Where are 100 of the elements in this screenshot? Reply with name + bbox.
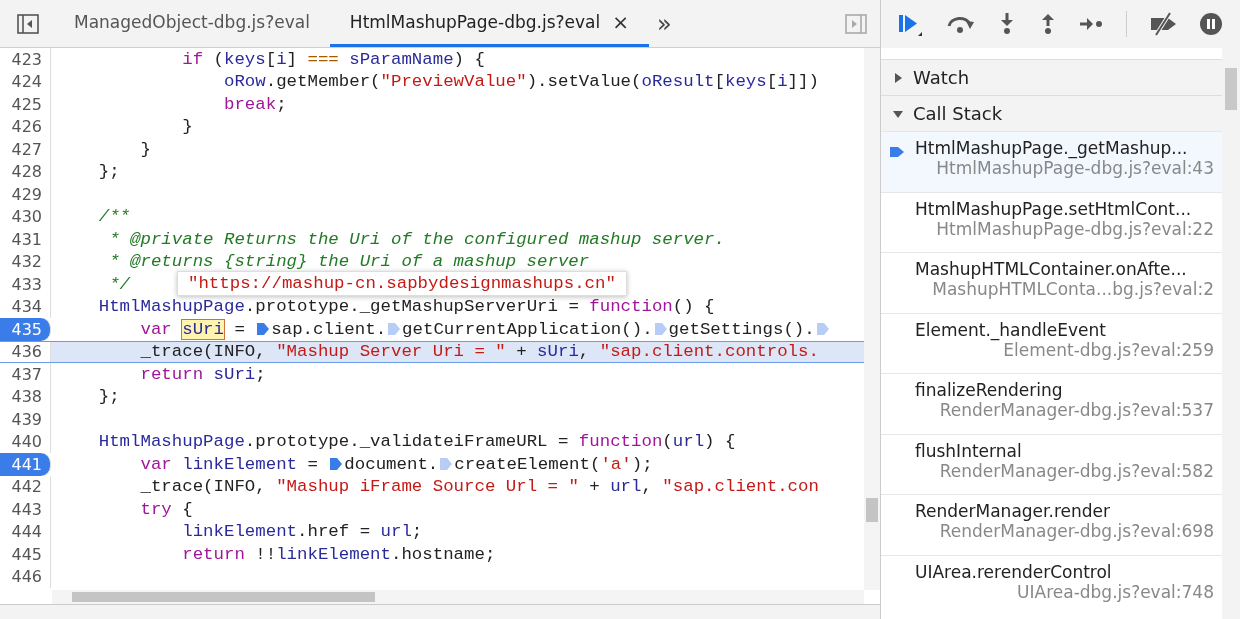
code-token: var (139, 454, 172, 474)
vertical-scrollbar[interactable] (864, 48, 880, 590)
code-token: .getMember( (265, 72, 381, 92)
code-token: { (181, 499, 193, 519)
code-token: + (588, 477, 601, 497)
resume-icon[interactable] (897, 12, 925, 36)
code-token: ); (631, 454, 653, 474)
frame-name: flushInternal (915, 440, 1023, 461)
frame-location: UIArea-dbg.js?eval:748 (1016, 581, 1214, 602)
code-token: ) { (453, 49, 485, 69)
code-token: oResult (641, 72, 715, 92)
line-number[interactable]: 436 (0, 341, 51, 362)
code-token: + (515, 342, 528, 362)
code-token: } (181, 117, 193, 137)
frame-name: UIArea.rerenderControl (915, 561, 1113, 582)
code-token: }; (97, 387, 120, 407)
code-token: ) { (704, 432, 736, 452)
code-token: break (222, 94, 277, 114)
section-header[interactable]: Watch (881, 59, 1222, 95)
code-token: = (306, 454, 319, 474)
code-token: .href = (297, 522, 372, 542)
code-token: = (233, 319, 246, 339)
frame-name: HtmlMashupPage._getMashup... (915, 138, 1189, 158)
code-token: "Mashup iFrame Source Url = " (276, 477, 579, 497)
frame-location: Element-dbg.js?eval:259 (1003, 339, 1214, 360)
line-number[interactable]: 441 (0, 453, 51, 476)
code-token: _trace(INFO, (139, 477, 267, 497)
code-token: sUri (537, 342, 579, 362)
code-token: [ (714, 72, 725, 92)
frame-name: HtmlMashupPage.setHtmlCont... (915, 198, 1193, 219)
frame-name: MashupHTMLContainer.onAfte... (915, 259, 1188, 279)
code-token: function (589, 297, 673, 317)
code-token: try (139, 499, 172, 519)
code-token: return (139, 364, 204, 384)
line-number[interactable]: 435 (0, 318, 51, 341)
sidebar-toggle-icon[interactable] (16, 11, 40, 36)
code-token: * @returns {string} the Uri of a mashup server (108, 252, 590, 272)
code-token: ]]) (787, 72, 819, 92)
horizontal-scrollbar[interactable] (52, 590, 864, 604)
code-token: createElement( (454, 454, 601, 474)
code-token: keys (224, 49, 266, 69)
code-token: , (578, 342, 591, 362)
code-token: }; (97, 162, 120, 182)
code-token: i (777, 72, 788, 92)
code-token: var (139, 319, 173, 339)
frame-location: RenderManager-dbg.js?eval:582 (938, 460, 1214, 481)
code-token: () { (672, 297, 715, 317)
code-token: sap.client. (271, 319, 387, 339)
code-token: "sap.client.con (662, 477, 819, 497)
code-token: 'a' (600, 454, 632, 474)
more-tabs-button[interactable]: » (656, 9, 672, 38)
code-token: url (672, 432, 705, 452)
frame-name: RenderManager.render (915, 501, 1111, 521)
sidebar-toggle-icon[interactable] (844, 11, 868, 36)
code-token: linkElement (181, 522, 298, 542)
section-title: Call Stack (913, 103, 1003, 124)
deactivate-breakpoints-icon[interactable] (1148, 12, 1178, 36)
code-token: .prototype._getMashupServerUri = (244, 297, 580, 317)
code-token: [ (766, 72, 778, 92)
vertical-scrollbar[interactable] (1222, 48, 1240, 619)
code-token: oRow (222, 72, 266, 92)
code-token: i (276, 49, 287, 69)
code-token: HtmlMashupPage (97, 432, 245, 452)
frame-location: RenderManager-dbg.js?eval:698 (938, 521, 1214, 541)
code-token: ( (662, 432, 673, 452)
frame-location: RenderManager-dbg.js?eval:537 (938, 400, 1214, 420)
frame-location: HtmlMashupPage-dbg.js?eval:43 (936, 158, 1214, 178)
code-token: .hostname; (391, 544, 496, 564)
pause-icon[interactable] (1199, 12, 1223, 36)
code-token: * @private Returns the Uri of the configured mashup server. (108, 229, 725, 249)
code-token: !! (254, 544, 277, 564)
code-token: function (578, 432, 663, 452)
code-token: return (181, 544, 245, 564)
code-token: "Mashup Server Uri = " (276, 342, 506, 362)
code-token: , (641, 477, 653, 497)
code-token: keys (724, 72, 767, 92)
frame-location: MashupHTMLConta...bg.js?eval:2 (931, 279, 1214, 299)
code-token: if (181, 49, 204, 69)
code-token: url (610, 477, 642, 497)
code-token: ] (286, 49, 299, 69)
code-token: document. (344, 454, 439, 474)
code-token: sParamName (348, 49, 454, 69)
file-tab[interactable]: ManagedObject-dbg.js?eval (54, 0, 330, 47)
inline-breakpoint-icon[interactable] (257, 322, 270, 337)
current-frame-icon (890, 145, 904, 159)
code-token: /** (97, 207, 131, 227)
code-token: url (380, 522, 412, 542)
code-token: ( (212, 49, 224, 69)
section-header[interactable]: Call Stack (881, 95, 1222, 131)
code-token: "sap.client.controls. (599, 342, 819, 362)
code-token: [ (265, 49, 277, 69)
inline-breakpoint-icon[interactable] (330, 457, 343, 472)
hovered-variable: sUri (182, 319, 224, 339)
call-frame[interactable]: HtmlMashupPage._getMashup... HtmlMashupPage-dbg.js?eval:43 (881, 131, 1222, 192)
code-token: */ (108, 274, 131, 294)
code-token: === (307, 49, 339, 69)
close-icon[interactable]: × (612, 10, 629, 34)
code-token: ; (411, 522, 423, 542)
code-token: } (139, 139, 151, 159)
frame-location: HtmlMashupPage-dbg.js?eval:22 (936, 218, 1214, 239)
